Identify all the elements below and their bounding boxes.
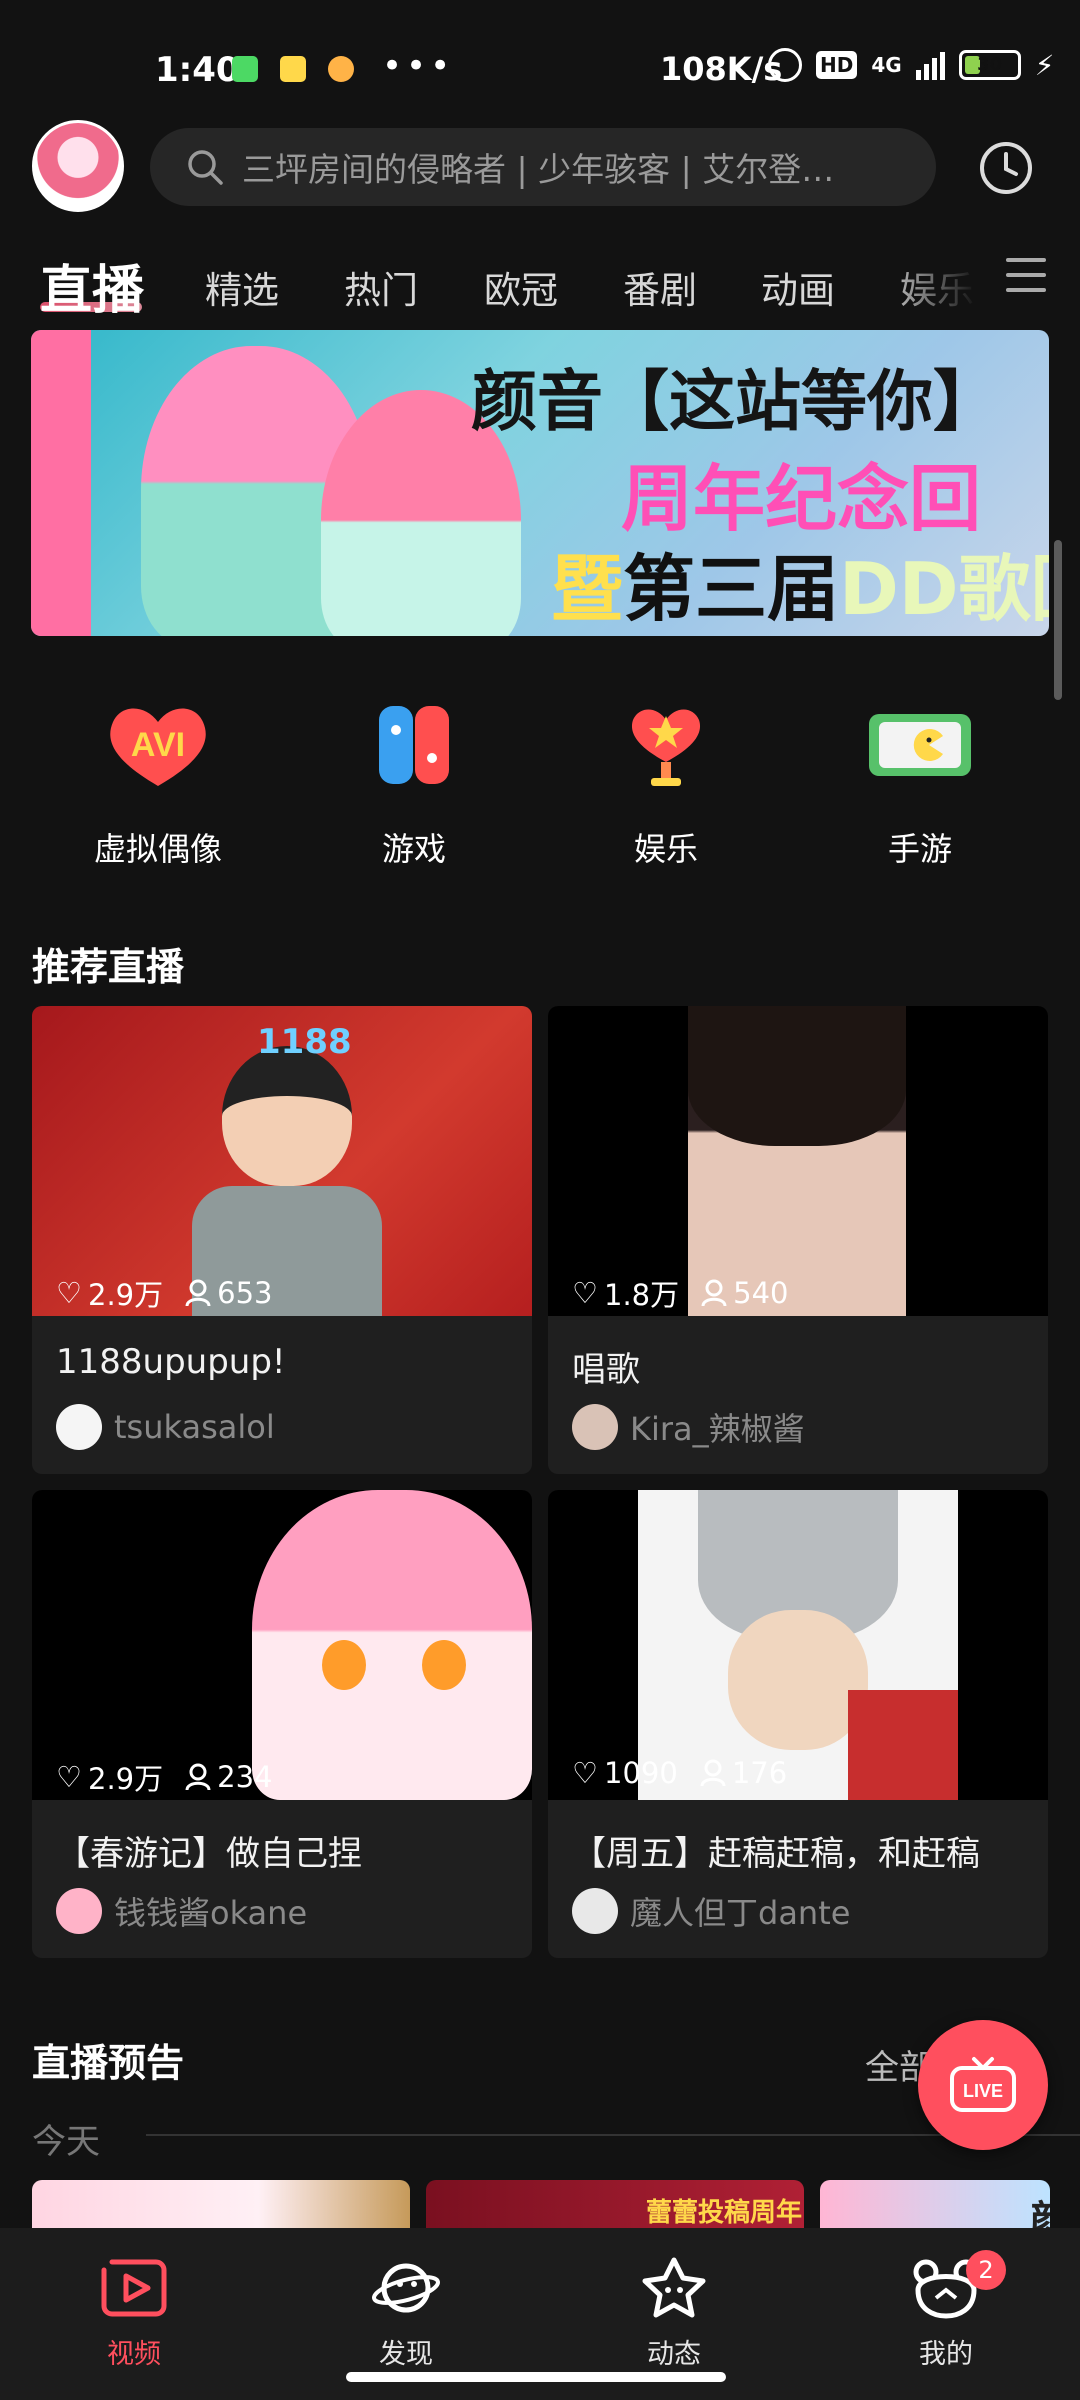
category-mobile-game[interactable]: 手游 bbox=[820, 700, 1020, 870]
wechat-notification-icon bbox=[232, 56, 258, 82]
star-face-icon bbox=[642, 2257, 706, 2318]
avatar[interactable] bbox=[32, 120, 124, 212]
nav-label: 动态 bbox=[647, 2339, 701, 2370]
live-title: 【周五】赶稿赶稿，和赶稿 bbox=[572, 1834, 980, 1874]
like-icon: ♡ bbox=[56, 1276, 82, 1310]
viewer-icon bbox=[701, 1279, 727, 1307]
like-icon: ♡ bbox=[572, 1276, 598, 1310]
owner-avatar bbox=[572, 1404, 618, 1450]
live-thumbnail: 1188 bbox=[32, 1006, 532, 1316]
like-count: 1.8万 bbox=[604, 1278, 680, 1312]
category-virtual-idol[interactable]: AVI 虚拟偶像 bbox=[58, 700, 258, 870]
video-play-icon bbox=[101, 2259, 167, 2317]
trophy-heart-icon bbox=[611, 700, 721, 790]
banner-line-3: 暨第三届DD歌回 bbox=[551, 547, 1049, 631]
nav-label: 我的 bbox=[919, 2339, 973, 2370]
tab-bangumi[interactable]: 番剧 bbox=[623, 260, 697, 314]
owner-avatar bbox=[572, 1888, 618, 1934]
nav-label: 发现 bbox=[379, 2339, 433, 2370]
tab-live[interactable]: 直播 bbox=[40, 248, 144, 323]
live-card[interactable]: ♡ 1090 176 【周五】赶稿赶稿，和赶稿 魔人但丁dante bbox=[548, 1490, 1048, 1958]
tv-icon: LIVE bbox=[950, 2057, 1016, 2112]
app-notification-icon bbox=[280, 56, 306, 82]
live-thumbnail bbox=[32, 1490, 532, 1800]
like-icon: ♡ bbox=[572, 1756, 598, 1790]
tab-menu-icon[interactable] bbox=[1006, 258, 1046, 298]
live-card[interactable]: ♡ 2.9万 234 【春游记】做自己捏 钱钱酱okane bbox=[32, 1490, 532, 1958]
viewer-count: 653 bbox=[217, 1276, 273, 1310]
scrollbar[interactable] bbox=[1054, 540, 1062, 700]
home-indicator[interactable] bbox=[346, 2372, 726, 2382]
live-card[interactable]: 1188 ♡ 2.9万 653 1188upupup! tsukasalol bbox=[32, 1006, 532, 1474]
tab-animation[interactable]: 动画 bbox=[761, 260, 835, 314]
owner-name: tsukasalol bbox=[114, 1408, 275, 1446]
viewer-count: 540 bbox=[733, 1276, 789, 1310]
like-count: 1090 bbox=[604, 1756, 678, 1790]
search-input[interactable]: 三坪房间的侵略者 | 少年骇客 | 艾尔登… bbox=[242, 143, 902, 191]
nav-video[interactable]: 视频 bbox=[54, 2256, 214, 2371]
search-bar[interactable]: 三坪房间的侵略者 | 少年骇客 | 艾尔登… bbox=[150, 128, 936, 206]
planet-icon bbox=[372, 2263, 440, 2313]
avi-icon: AVI bbox=[103, 700, 213, 790]
viewer-icon bbox=[185, 1763, 211, 1791]
viewer-count: 234 bbox=[217, 1760, 273, 1794]
svg-text:AVI: AVI bbox=[131, 726, 185, 764]
category-label: 手游 bbox=[887, 830, 952, 868]
battery-icon: 30 bbox=[958, 50, 1021, 80]
owner-name: Kira_辣椒酱 bbox=[630, 1410, 805, 1448]
owner-name: 魔人但丁dante bbox=[630, 1894, 851, 1932]
banner-line-1: 颜音【这站等你】 bbox=[471, 363, 999, 440]
category-entertainment[interactable]: 娱乐 bbox=[566, 700, 766, 870]
live-thumbnail bbox=[548, 1006, 1048, 1316]
alarm-icon bbox=[768, 48, 802, 82]
signal-icon bbox=[915, 50, 945, 80]
live-card[interactable]: ♡ 1.8万 540 唱歌 Kira_辣椒酱 bbox=[548, 1006, 1048, 1474]
tab-hot[interactable]: 热门 bbox=[344, 260, 418, 314]
nav-mine[interactable]: 2 我的 bbox=[866, 2250, 1026, 2371]
like-count: 2.9万 bbox=[88, 1762, 164, 1796]
svg-text:LIVE: LIVE bbox=[963, 2081, 1003, 2101]
category-tabs: 直播 精选 热门 欧冠 番剧 动画 娱乐 bbox=[0, 236, 1080, 332]
nav-label: 视频 bbox=[107, 2339, 161, 2370]
section-title-preview: 直播预告 bbox=[32, 2041, 185, 2085]
notification-badge: 2 bbox=[966, 2250, 1006, 2290]
viewer-icon bbox=[700, 1759, 726, 1787]
live-title: 【春游记】做自己捏 bbox=[56, 1834, 362, 1874]
tab-featured[interactable]: 精选 bbox=[205, 260, 279, 314]
live-title: 唱歌 bbox=[572, 1350, 640, 1390]
hd-icon: HD bbox=[816, 51, 858, 79]
live-button[interactable]: LIVE bbox=[918, 2020, 1048, 2150]
date-label-today: 今天 bbox=[32, 2122, 100, 2162]
section-title-recommended: 推荐直播 bbox=[32, 945, 185, 989]
category-label: 娱乐 bbox=[633, 830, 698, 868]
mobile-game-icon bbox=[865, 700, 975, 790]
battery-level: 30 bbox=[977, 54, 1003, 75]
owner-avatar bbox=[56, 1404, 102, 1450]
category-label: 游戏 bbox=[381, 830, 446, 868]
charging-icon: ⚡ bbox=[1034, 48, 1055, 82]
more-notifications-icon: ••• bbox=[382, 46, 455, 86]
status-time: 1:40 bbox=[155, 50, 240, 90]
nav-discover[interactable]: 发现 bbox=[326, 2256, 486, 2371]
owner-avatar bbox=[56, 1888, 102, 1934]
promo-banner[interactable]: 颜音【这站等你】 周年纪念回 暨第三届DD歌回 bbox=[31, 330, 1049, 636]
game-notification-icon bbox=[328, 56, 354, 82]
live-title: 1188upupup! bbox=[56, 1342, 286, 1382]
owner-name: 钱钱酱okane bbox=[114, 1894, 308, 1932]
status-bar: 1:40 ••• 108K/s HD 4G 30 ⚡ bbox=[0, 0, 1080, 140]
network-type: 4G bbox=[871, 53, 902, 77]
viewer-icon bbox=[185, 1279, 211, 1307]
like-icon: ♡ bbox=[56, 1760, 82, 1794]
nav-dynamics[interactable]: 动态 bbox=[594, 2256, 754, 2371]
history-icon[interactable] bbox=[978, 140, 1034, 196]
category-label: 虚拟偶像 bbox=[93, 830, 222, 868]
game-controller-icon bbox=[359, 700, 469, 790]
live-thumbnail bbox=[548, 1490, 1048, 1800]
like-count: 2.9万 bbox=[88, 1278, 164, 1312]
viewer-count: 176 bbox=[731, 1756, 788, 1790]
network-speed: 108K/s bbox=[660, 50, 783, 88]
tab-champions-league[interactable]: 欧冠 bbox=[484, 260, 558, 314]
search-icon bbox=[188, 150, 223, 185]
category-game[interactable]: 游戏 bbox=[314, 700, 514, 870]
